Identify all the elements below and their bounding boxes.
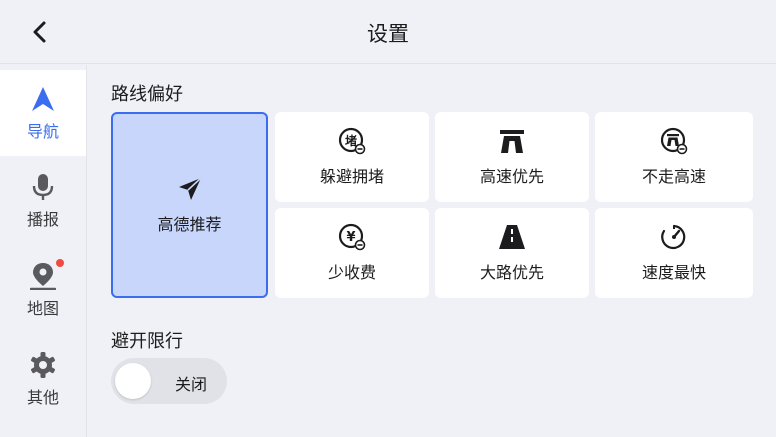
route-option-highway-first[interactable]: 高速优先 — [435, 112, 589, 202]
route-option-main-road-first[interactable]: 大路优先 — [435, 208, 589, 298]
route-option-less-toll[interactable]: ¥ 少收费 — [275, 208, 429, 298]
highway-icon — [498, 127, 526, 155]
toggle-knob — [115, 363, 151, 399]
route-option-label: 少收费 — [327, 263, 376, 282]
avoid-restriction-toggle[interactable]: 关闭 — [111, 358, 227, 404]
route-option-avoid-congestion[interactable]: 堵 躲避拥堵 — [275, 112, 429, 202]
route-option-fastest[interactable]: 速度最快 — [595, 208, 753, 298]
no-highway-icon — [660, 127, 688, 155]
route-option-label: 大路优先 — [479, 263, 544, 282]
sidebar: 导航 播报 地图 其他 — [0, 65, 87, 437]
svg-text:¥: ¥ — [346, 230, 355, 245]
route-option-label: 高德推荐 — [157, 215, 222, 234]
svg-text:堵: 堵 — [345, 133, 357, 148]
navigation-arrow-icon — [28, 84, 58, 114]
route-preference-title: 路线偏好 — [111, 84, 183, 105]
microphone-icon — [28, 172, 58, 202]
toggle-label: 关闭 — [175, 375, 208, 394]
route-option-no-highway[interactable]: 不走高速 — [595, 112, 753, 202]
sidebar-item-broadcast[interactable]: 播报 — [0, 158, 86, 244]
avoid-restriction-title: 避开限行 — [111, 331, 183, 352]
notification-badge — [56, 259, 64, 267]
sidebar-item-label: 导航 — [26, 122, 59, 141]
header: 设置 — [0, 0, 776, 64]
sidebar-item-label: 其他 — [26, 388, 59, 407]
route-option-label: 速度最快 — [641, 263, 706, 282]
paper-plane-icon — [176, 175, 204, 203]
sidebar-item-other[interactable]: 其他 — [0, 336, 86, 422]
route-option-label: 躲避拥堵 — [319, 167, 384, 186]
sidebar-item-navigation[interactable]: 导航 — [0, 70, 86, 156]
main-road-icon — [498, 223, 526, 251]
route-option-amap-recommended[interactable]: 高德推荐 — [111, 112, 268, 298]
route-option-label: 不走高速 — [641, 167, 706, 186]
page-title: 设置 — [367, 22, 409, 46]
sidebar-item-map[interactable]: 地图 — [0, 247, 86, 333]
map-pin-icon — [28, 259, 64, 291]
sidebar-item-label: 播报 — [26, 210, 59, 229]
speedometer-icon — [660, 223, 688, 251]
gear-icon — [28, 350, 58, 380]
yuan-toll-icon: ¥ — [338, 223, 366, 251]
route-option-label: 高速优先 — [479, 167, 544, 186]
sidebar-item-label: 地图 — [26, 299, 59, 318]
avoid-congestion-icon: 堵 — [338, 127, 366, 155]
